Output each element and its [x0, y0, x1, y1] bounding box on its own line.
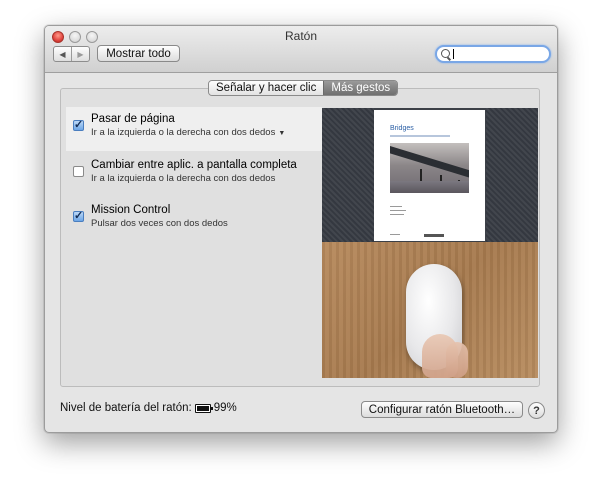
title-bar: Ratón ◀ ▶ Mostrar todo	[45, 26, 557, 73]
gesture-title: Cambiar entre aplic. a pantalla completa	[91, 159, 297, 171]
hand-finger	[446, 342, 468, 378]
gesture-title: Pasar de página	[91, 113, 175, 125]
preview-desk	[322, 242, 538, 378]
gesture-description: Ir a la izquierda o la derecha con dos d…	[91, 173, 276, 184]
gesture-item-swipe-pages[interactable]: ✓ Pasar de página Ir a la izquierda o la…	[66, 107, 334, 151]
search-icon	[441, 49, 450, 58]
gesture-description: Pulsar dos veces con dos dedos	[91, 218, 228, 229]
setup-bluetooth-mouse-button[interactable]: Configurar ratón Bluetooth…	[361, 401, 523, 418]
gesture-title: Mission Control	[91, 204, 171, 216]
bridge-photo	[390, 143, 469, 193]
gesture-item-mission-control[interactable]: ✓ Mission Control Pulsar dos veces con d…	[66, 198, 322, 242]
tab-point-and-click[interactable]: Señalar y hacer clic	[209, 81, 324, 95]
preview-document-page: Bridges	[374, 110, 485, 241]
window-title: Ratón	[284, 29, 318, 43]
bridge-deck	[390, 144, 469, 181]
preview-screen: Bridges	[322, 108, 538, 242]
preview-document-subtitle-line	[390, 135, 450, 137]
gesture-list: ✓ Pasar de página Ir a la izquierda o la…	[66, 107, 334, 377]
battery-label: Nivel de batería del ratón:	[60, 402, 192, 414]
battery-value: 99%	[213, 402, 237, 414]
gesture-description: Ir a la izquierda o la derecha con dos d…	[91, 127, 276, 138]
text-caret	[453, 49, 454, 59]
swipe-pages-checkbox[interactable]: ✓	[73, 120, 84, 131]
doc-text-line	[390, 214, 404, 215]
battery-status: Nivel de batería del ratón: 99%	[60, 402, 237, 414]
doc-text-line	[390, 206, 402, 207]
gesture-preview-video: Bridges	[322, 108, 538, 378]
navigation-segment: ◀ ▶	[53, 46, 90, 62]
gesture-description-dropdown[interactable]: Ir a la izquierda o la derecha con dos d…	[91, 127, 285, 138]
mouse-preferences-window: Ratón ◀ ▶ Mostrar todo Señalar y hacer c…	[44, 25, 558, 433]
help-button[interactable]: ?	[528, 402, 545, 419]
gesture-item-fullscreen-apps[interactable]: Cambiar entre aplic. a pantalla completa…	[66, 153, 322, 197]
mission-control-checkbox[interactable]: ✓	[73, 211, 84, 222]
back-arrow-icon[interactable]: ◀	[54, 47, 71, 61]
preference-tabs: Señalar y hacer clic Más gestos	[208, 80, 399, 96]
forward-arrow-icon[interactable]: ▶	[71, 47, 89, 61]
doc-text-line	[390, 234, 400, 235]
dropdown-arrow-icon: ▼	[278, 130, 286, 137]
gestures-panel: ✓ Pasar de página Ir a la izquierda o la…	[60, 88, 540, 387]
tab-more-gestures[interactable]: Más gestos	[323, 81, 398, 95]
fullscreen-apps-checkbox[interactable]	[73, 166, 84, 177]
preview-document-heading: Bridges	[390, 125, 414, 132]
doc-text-line	[424, 234, 444, 237]
doc-text-line	[390, 210, 406, 211]
water	[390, 181, 469, 193]
battery-icon	[194, 403, 213, 413]
show-all-button[interactable]: Mostrar todo	[97, 45, 180, 62]
search-field[interactable]	[435, 45, 551, 63]
